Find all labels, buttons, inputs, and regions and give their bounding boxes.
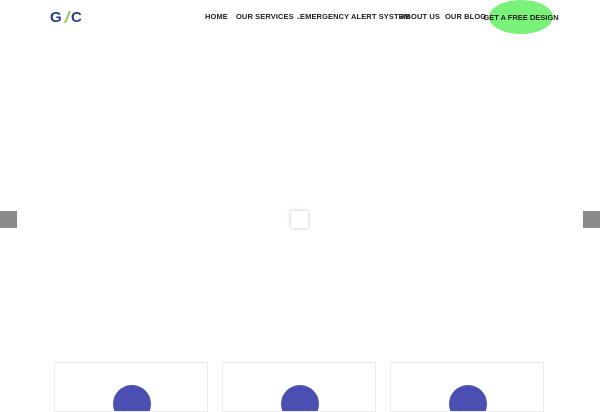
- nav-about-us-label: ABOUT US: [400, 12, 440, 21]
- nav-our-blog-label: OUR BLOG: [445, 12, 487, 21]
- nav-our-services-label: OUR SERVICES: [236, 12, 294, 21]
- nav-home-label: HOME: [205, 12, 228, 21]
- nav-our-blog[interactable]: OUR BLOG: [445, 12, 486, 21]
- feature-card[interactable]: [54, 362, 208, 412]
- feature-circle-icon: [281, 385, 319, 411]
- nav-emergency-alert-system[interactable]: EMERGENCY ALERT SYSTEM: [300, 12, 410, 21]
- nav-about-us[interactable]: ABOUT US: [400, 12, 440, 21]
- slider-loader: [291, 211, 308, 228]
- slider-next-arrow[interactable]: [583, 211, 600, 228]
- nav-home[interactable]: HOME: [205, 12, 228, 21]
- nav-our-services[interactable]: OUR SERVICES ⌄: [236, 12, 301, 21]
- feature-circle-icon: [113, 385, 151, 411]
- slider-prev-arrow[interactable]: [0, 211, 17, 228]
- get-free-design-label: GET A FREE DESIGN: [483, 12, 559, 22]
- feature-circle-icon: [449, 385, 487, 411]
- main-nav: HOME OUR SERVICES ⌄ EMERGENCY ALERT SYSTE…: [0, 0, 600, 36]
- feature-card[interactable]: [390, 362, 544, 412]
- nav-emergency-alert-system-label: EMERGENCY ALERT SYSTEM: [300, 12, 411, 21]
- site-header: G C HOME OUR SERVICES ⌄ EMERGENCY ALERT S…: [0, 0, 600, 36]
- get-free-design-button[interactable]: GET A FREE DESIGN: [483, 0, 559, 34]
- feature-card[interactable]: [222, 362, 376, 412]
